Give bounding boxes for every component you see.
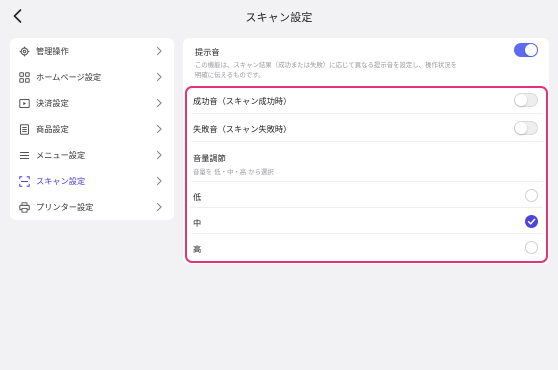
printer-icon — [19, 201, 30, 213]
scan-icon — [19, 175, 30, 187]
page-title: スキャン設定 — [245, 11, 313, 24]
success-sound-label: 成功音（スキャン成功時） — [193, 96, 292, 106]
sidebar-item-printer[interactable]: プリンター設定 — [10, 194, 174, 220]
divider — [191, 207, 543, 208]
menu-icon — [19, 150, 30, 161]
chevron-right-icon — [156, 150, 162, 160]
chevron-right-icon — [156, 202, 162, 212]
volume-option-high-label: 高 — [193, 244, 202, 254]
checkmark-icon — [527, 218, 536, 225]
gear-icon — [19, 46, 30, 57]
volume-option-medium-label: 中 — [193, 218, 202, 228]
sidebar-item-label: メニュー設定 — [36, 150, 86, 160]
volume-option-low-radio[interactable] — [525, 189, 538, 202]
sidebar-item-label: スキャン設定 — [36, 176, 86, 186]
sidebar-item-homepage[interactable]: ホームページ設定 — [10, 64, 174, 90]
volume-hint: 音量を 低・中・高 から選択 — [193, 168, 274, 176]
chevron-right-icon — [156, 176, 162, 186]
chevron-right-icon — [156, 98, 162, 108]
sidebar-item-label: 決済設定 — [36, 98, 69, 108]
volume-option-high-radio[interactable] — [525, 241, 538, 254]
document-icon — [19, 123, 30, 135]
payment-icon — [19, 98, 30, 109]
sidebar-item-menu[interactable]: メニュー設定 — [10, 142, 174, 168]
divider — [191, 233, 543, 234]
divider — [191, 181, 543, 182]
failure-sound-toggle[interactable] — [514, 121, 538, 135]
grid-icon — [19, 71, 30, 83]
scan-settings-panel: 提示音 この機能は、スキャン結果（成功または失敗）に応じて異なる提示音を設定し、… — [183, 38, 549, 264]
sidebar-item-products[interactable]: 商品設定 — [10, 116, 174, 142]
failure-sound-label: 失敗音（スキャン失敗時） — [193, 124, 292, 134]
prompt-sound-description: この機能は、スキャン結果（成功または失敗）に応じて異なる提示音を設定し、操作状況… — [195, 61, 458, 79]
sidebar-item-label: 管理操作 — [36, 46, 69, 56]
chevron-right-icon — [156, 72, 162, 82]
sidebar-item-label: ホームページ設定 — [36, 72, 102, 82]
sidebar-item-scan[interactable]: スキャン設定 — [10, 168, 174, 194]
chevron-right-icon — [156, 124, 162, 134]
success-sound-toggle[interactable] — [514, 93, 538, 107]
prompt-sound-toggle[interactable] — [514, 43, 538, 57]
volume-option-low-label: 低 — [193, 192, 202, 202]
prompt-sound-title: 提示音 — [195, 47, 220, 57]
top-bar: スキャン設定 — [0, 0, 558, 33]
settings-sidebar: 管理操作 ホームページ設定 決済設定 商品設定 メニュー設定 スキャン設定 プリ… — [10, 38, 174, 220]
sidebar-item-payment[interactable]: 決済設定 — [10, 90, 174, 116]
divider — [191, 141, 543, 142]
sidebar-item-management[interactable]: 管理操作 — [10, 38, 174, 64]
volume-title: 音量調節 — [193, 153, 226, 163]
divider — [191, 113, 543, 114]
chevron-right-icon — [156, 46, 162, 56]
sidebar-item-label: プリンター設定 — [36, 202, 94, 212]
toggle-knob — [515, 94, 527, 106]
sidebar-item-label: 商品設定 — [36, 124, 69, 134]
volume-option-medium-radio[interactable] — [525, 215, 538, 228]
toggle-knob — [525, 44, 537, 56]
toggle-knob — [515, 122, 527, 134]
